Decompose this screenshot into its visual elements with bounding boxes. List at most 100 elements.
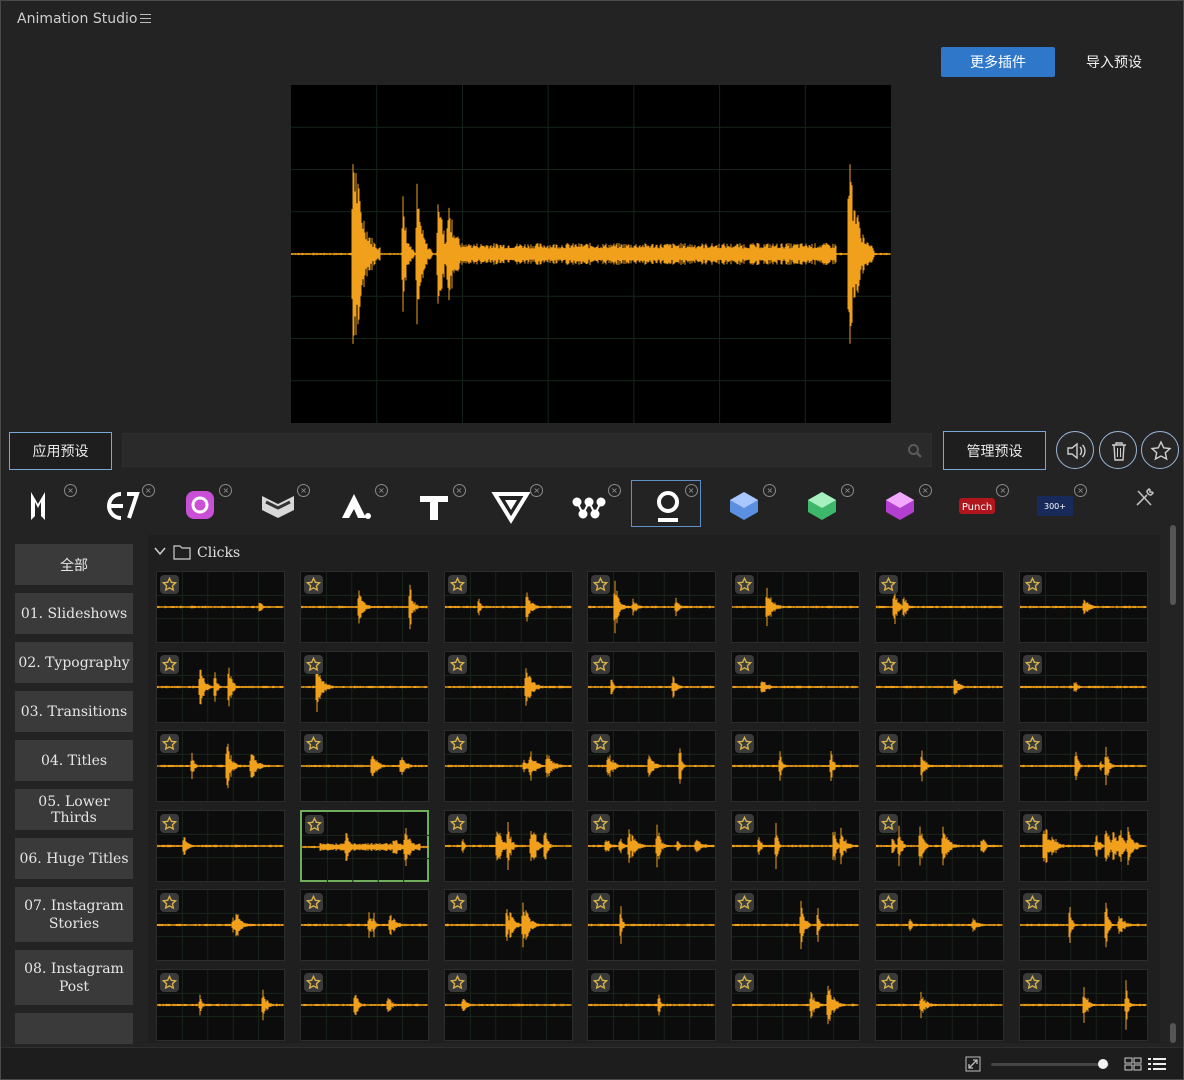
preset-tile[interactable] <box>875 730 1004 802</box>
preset-tile[interactable] <box>1018 730 1148 802</box>
close-icon[interactable]: × <box>141 484 155 497</box>
category-item[interactable]: 07. Instagram Stories <box>15 887 133 942</box>
delete-button[interactable] <box>1099 431 1137 469</box>
zoom-slider[interactable] <box>991 1063 1109 1066</box>
preset-tile[interactable] <box>875 809 1004 882</box>
close-icon[interactable]: × <box>530 484 544 497</box>
plugin-tab-insta[interactable]: × <box>164 481 234 527</box>
favorite-star-icon[interactable] <box>447 972 467 992</box>
favorite-star-icon[interactable] <box>1022 575 1042 594</box>
preset-tile[interactable] <box>443 889 573 961</box>
favorite-button[interactable] <box>1141 431 1179 469</box>
preset-tile[interactable] <box>731 730 861 802</box>
preset-tile[interactable] <box>299 730 429 802</box>
close-icon[interactable]: × <box>841 484 854 497</box>
close-icon[interactable]: × <box>996 484 1010 497</box>
favorite-star-icon[interactable] <box>735 893 755 912</box>
preset-tile[interactable] <box>875 650 1004 723</box>
fit-icon[interactable] <box>965 1056 981 1072</box>
sound-toggle-button[interactable] <box>1056 431 1094 469</box>
preset-tile[interactable] <box>156 650 285 723</box>
list-view-icon[interactable] <box>1148 1057 1166 1071</box>
search-input[interactable] <box>123 434 883 466</box>
preset-tile[interactable] <box>156 730 285 802</box>
favorite-star-icon[interactable] <box>591 813 611 833</box>
favorite-star-icon[interactable] <box>1022 893 1042 912</box>
favorite-star-icon[interactable] <box>160 575 179 594</box>
favorite-star-icon[interactable] <box>1022 972 1042 992</box>
preset-tile[interactable] <box>299 889 429 961</box>
favorite-star-icon[interactable] <box>1022 734 1042 753</box>
category-item[interactable]: 02. Typography <box>15 642 133 683</box>
plugin-tab-cube-pink[interactable]: × <box>864 481 934 527</box>
preset-tile[interactable] <box>587 968 717 1041</box>
close-icon[interactable]: × <box>297 484 311 497</box>
category-item-partial[interactable] <box>15 1013 133 1044</box>
favorite-star-icon[interactable] <box>591 575 611 594</box>
preset-tile[interactable] <box>156 889 285 961</box>
close-icon[interactable]: × <box>607 484 621 497</box>
favorite-star-icon[interactable] <box>447 893 467 912</box>
more-plugins-button[interactable]: 更多插件 <box>941 47 1055 77</box>
preset-tile[interactable] <box>1018 889 1148 961</box>
scrollbar-thumb[interactable] <box>1170 525 1176 605</box>
preset-tile[interactable] <box>875 968 1004 1041</box>
category-item[interactable]: 04. Titles <box>15 740 133 781</box>
preset-tile[interactable] <box>443 809 573 882</box>
favorite-star-icon[interactable] <box>447 734 467 753</box>
category-item[interactable]: 06. Huge Titles <box>15 838 133 879</box>
favorite-star-icon[interactable] <box>1022 654 1042 674</box>
plugin-tab-e[interactable]: × <box>87 481 157 527</box>
preset-tile[interactable] <box>587 889 717 961</box>
preset-tile[interactable] <box>1018 968 1148 1041</box>
favorite-star-icon[interactable] <box>303 654 323 674</box>
favorite-star-icon[interactable] <box>303 972 323 992</box>
favorite-star-icon[interactable] <box>303 575 323 594</box>
preset-tile[interactable] <box>299 571 429 643</box>
favorite-star-icon[interactable] <box>879 813 898 833</box>
favorite-star-icon[interactable] <box>735 734 755 753</box>
plugin-tab-sound[interactable]: × <box>630 480 701 527</box>
preset-tile[interactable] <box>731 650 861 723</box>
favorite-star-icon[interactable] <box>735 575 755 594</box>
plugin-tab-punch[interactable]: Punch × <box>941 481 1011 527</box>
close-icon[interactable]: × <box>763 484 777 497</box>
preset-tile[interactable] <box>587 571 717 643</box>
preset-tile[interactable] <box>299 650 429 723</box>
preset-tile[interactable] <box>156 809 285 882</box>
favorite-star-icon[interactable] <box>160 734 179 753</box>
preset-tile[interactable] <box>443 730 573 802</box>
favorite-star-icon[interactable] <box>160 654 179 674</box>
preset-tile[interactable] <box>299 809 429 882</box>
hamburger-menu-icon[interactable] <box>140 14 151 24</box>
plugin-tab-nodes[interactable]: × <box>553 481 623 527</box>
favorite-star-icon[interactable] <box>447 813 467 833</box>
category-item[interactable]: 03. Transitions <box>15 691 133 732</box>
zoom-slider-handle[interactable] <box>1098 1059 1109 1069</box>
favorite-star-icon[interactable] <box>879 734 898 753</box>
search-icon[interactable] <box>907 443 923 459</box>
chevron-down-icon[interactable] <box>154 547 166 556</box>
favorite-star-icon[interactable] <box>879 972 898 992</box>
favorite-star-icon[interactable] <box>1022 813 1042 833</box>
favorite-star-icon[interactable] <box>735 972 755 992</box>
preset-tile[interactable] <box>875 889 1004 961</box>
import-preset-button[interactable]: 导入预设 <box>1071 47 1157 77</box>
favorite-star-icon[interactable] <box>304 814 324 834</box>
close-icon[interactable]: × <box>374 484 388 497</box>
favorite-star-icon[interactable] <box>160 813 179 833</box>
favorite-star-icon[interactable] <box>879 893 898 912</box>
preset-tile[interactable] <box>1018 571 1148 643</box>
preset-tile[interactable] <box>1018 650 1148 723</box>
scrollbar-end[interactable] <box>1170 1023 1176 1043</box>
category-item[interactable]: 全部 <box>15 544 133 585</box>
close-icon[interactable]: × <box>64 484 77 497</box>
favorite-star-icon[interactable] <box>735 654 755 674</box>
plugin-tab-cube-blue[interactable]: × <box>708 481 778 527</box>
preset-tile[interactable] <box>443 968 573 1041</box>
favorite-star-icon[interactable] <box>447 575 467 594</box>
tools-icon[interactable] <box>1133 487 1155 509</box>
favorite-star-icon[interactable] <box>591 972 611 992</box>
plugin-tab-chevron[interactable]: × <box>242 481 312 527</box>
plugin-tab-transitions[interactable]: 300+ × <box>1019 481 1089 527</box>
